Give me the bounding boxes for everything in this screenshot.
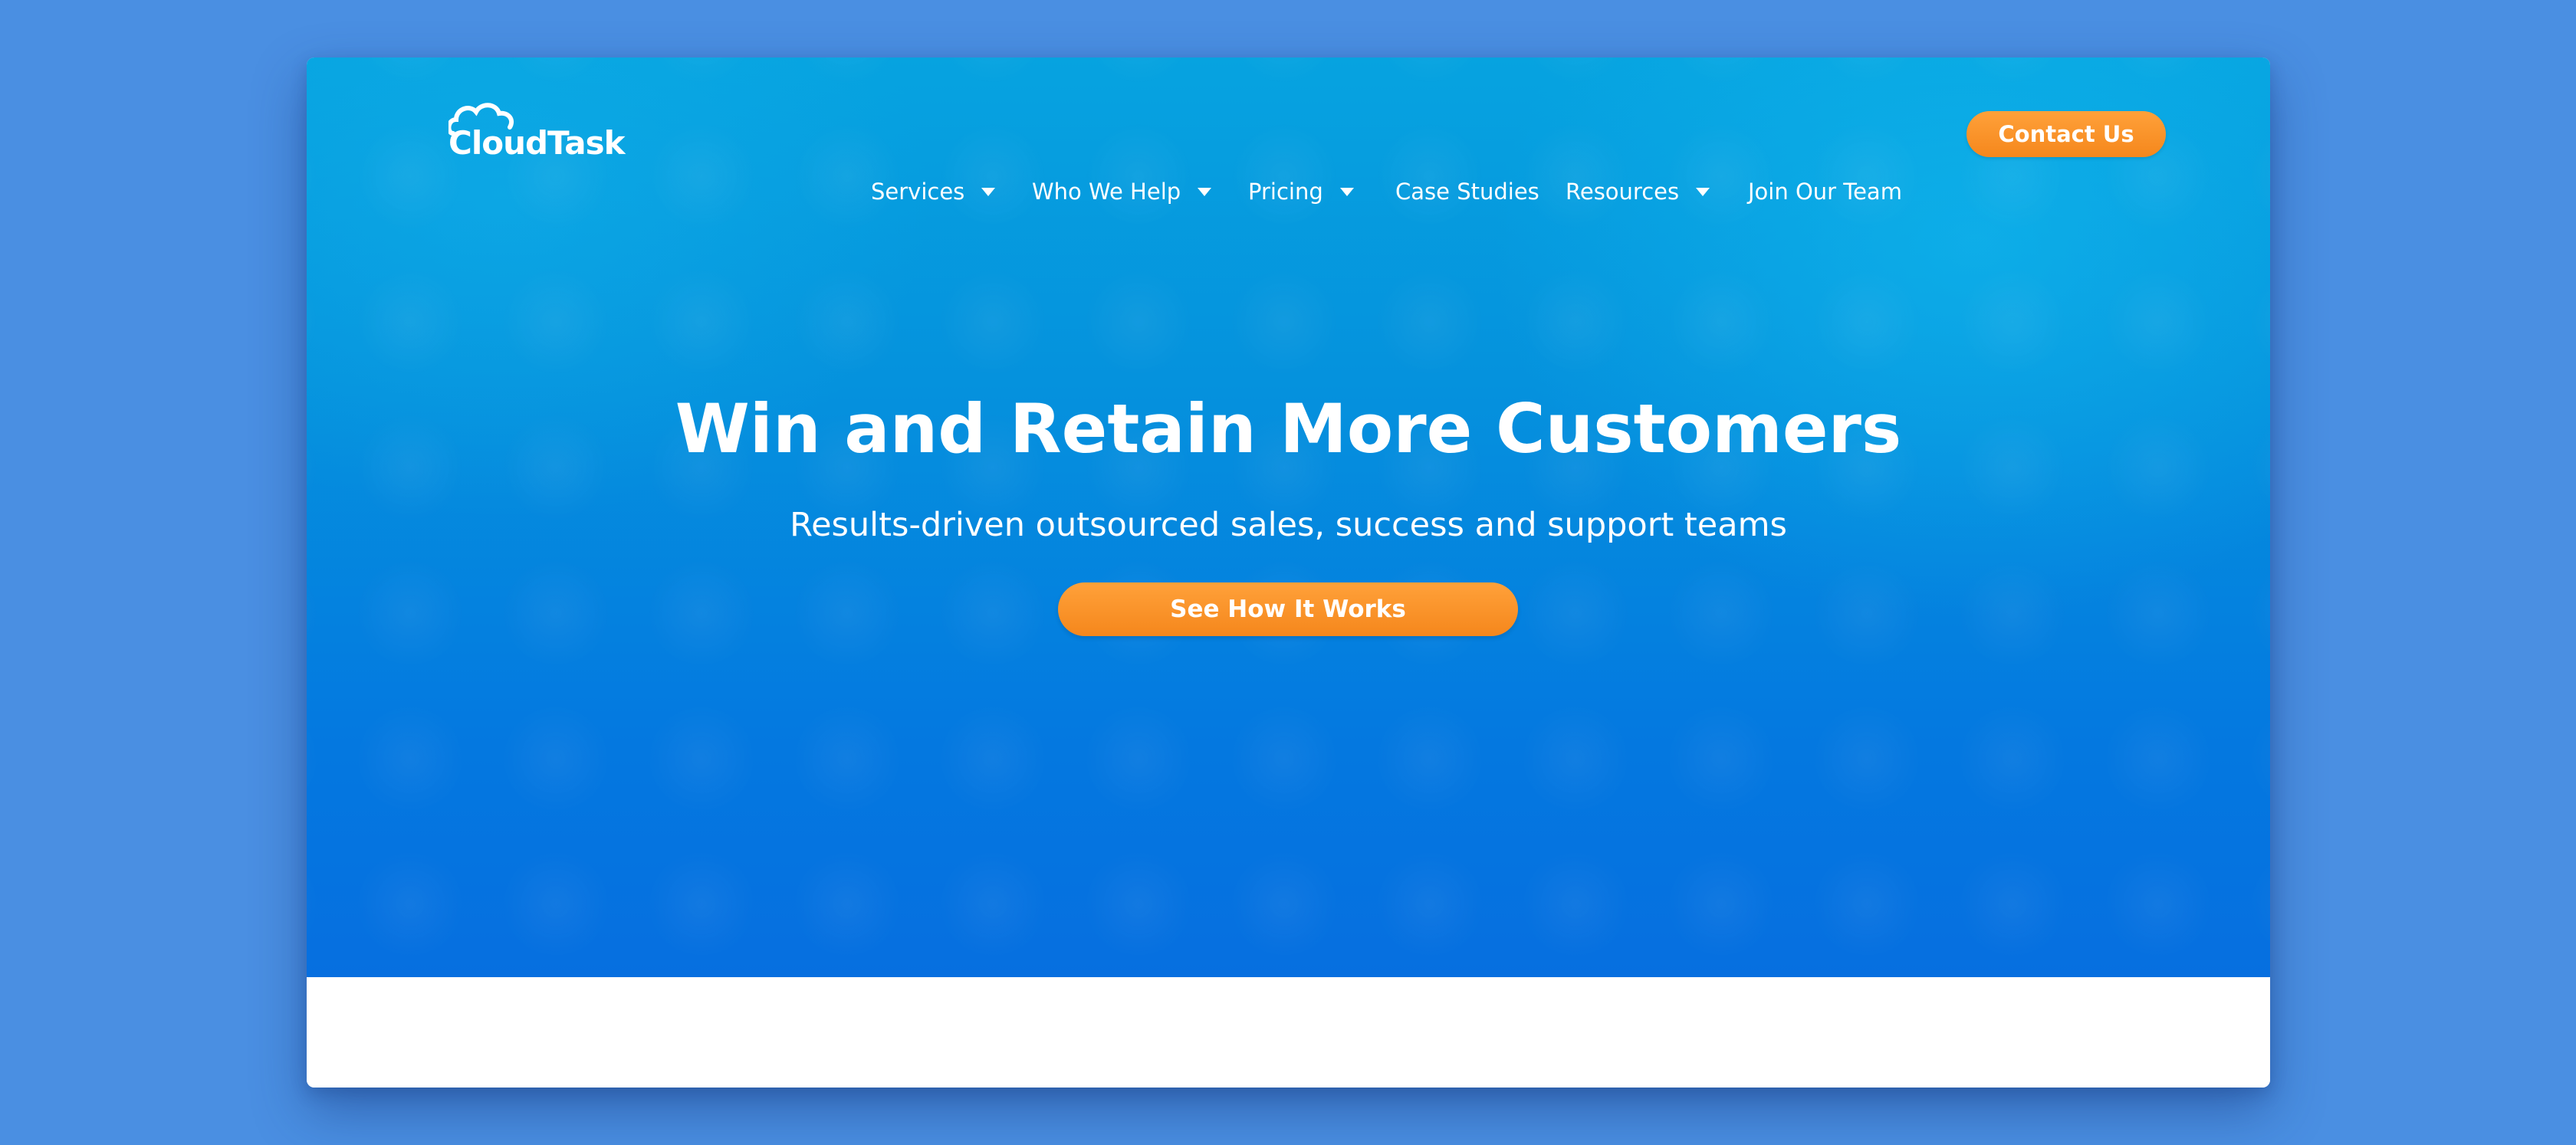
main-menu: Services Who We Help Pricing Case Studie… <box>307 172 2270 211</box>
nav-item-services[interactable]: Services <box>871 172 996 211</box>
caret-down-icon <box>1198 187 1212 196</box>
content-section <box>307 977 2270 1088</box>
hero-subtitle: Results-driven outsourced sales, success… <box>790 506 1787 544</box>
nav-item-case-studies[interactable]: Case Studies <box>1395 172 1539 211</box>
top-navigation: CloudTask Services Who We Help Pricing C… <box>307 57 2270 211</box>
nav-item-who-we-help[interactable]: Who We Help <box>1032 172 1212 211</box>
caret-down-icon <box>981 187 996 196</box>
browser-window: CloudTask Services Who We Help Pricing C… <box>307 57 2270 1088</box>
see-how-it-works-button[interactable]: See How It Works <box>1058 582 1518 636</box>
nav-item-label: Join Our Team <box>1748 179 1902 205</box>
hero-section: CloudTask Services Who We Help Pricing C… <box>307 57 2270 977</box>
nav-item-label: Who We Help <box>1032 179 1181 205</box>
hero-title: Win and Retain More Customers <box>675 389 1902 468</box>
nav-item-label: Resources <box>1566 179 1680 205</box>
caret-down-icon <box>1339 187 1354 196</box>
cloudtask-logo[interactable]: CloudTask <box>449 100 626 169</box>
caret-down-icon <box>1696 187 1710 196</box>
nav-item-resources[interactable]: Resources <box>1566 172 1710 211</box>
contact-us-button[interactable]: Contact Us <box>1967 111 2166 157</box>
nav-item-label: Case Studies <box>1395 179 1539 205</box>
nav-item-label: Services <box>871 179 965 205</box>
nav-item-label: Pricing <box>1248 179 1323 205</box>
nav-item-join-our-team[interactable]: Join Our Team <box>1748 172 1902 211</box>
nav-item-pricing[interactable]: Pricing <box>1248 172 1354 211</box>
logo-text: CloudTask <box>449 124 626 162</box>
